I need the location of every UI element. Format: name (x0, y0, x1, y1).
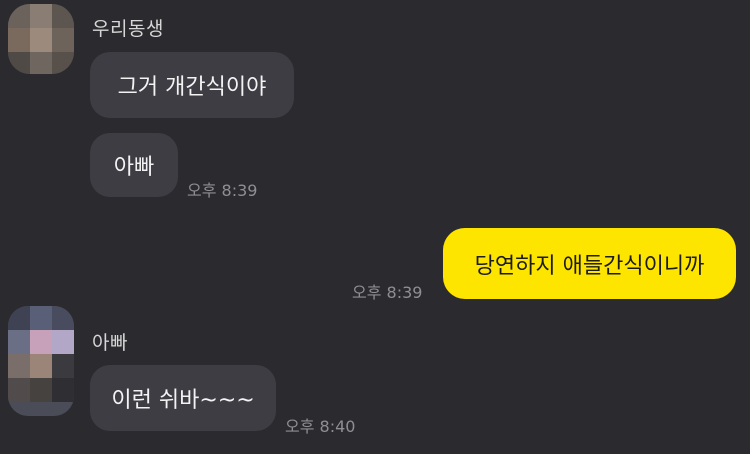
message-bubble[interactable]: 아빠 (90, 133, 178, 197)
avatar-pixel (30, 28, 52, 52)
sender-avatar-2[interactable] (8, 306, 74, 416)
avatar-pixel (30, 354, 52, 378)
avatar-pixel (8, 52, 30, 74)
message-timestamp: 오후 8:39 (187, 181, 258, 200)
avatar-pixel (52, 378, 74, 402)
avatar-pixel (30, 306, 52, 330)
message-bubble[interactable]: 이런 쉬바~~~ (90, 365, 276, 431)
chat-window: 우리동생 그거 개간식이야 아빠 오후 8:39 오후 8:39 당연하지 애들… (0, 0, 750, 454)
avatar-pixel (8, 378, 30, 402)
avatar-pixel (8, 28, 30, 52)
avatar-pixel (8, 4, 30, 28)
sender-name: 우리동생 (92, 18, 164, 40)
message-bubble-outgoing[interactable]: 당연하지 애들간식이니까 (443, 228, 736, 299)
message-timestamp: 오후 8:39 (352, 283, 423, 302)
avatar-pixel (8, 354, 30, 378)
sender-name: 아빠 (92, 332, 128, 354)
sender-avatar-1[interactable] (8, 4, 74, 74)
avatar-pixel (52, 330, 74, 354)
message-bubble[interactable]: 그거 개간식이야 (90, 52, 294, 118)
avatar-pixel (30, 4, 52, 28)
avatar-pixel (8, 306, 30, 330)
avatar-pixel (52, 28, 74, 52)
avatar-pixel (30, 52, 52, 74)
avatar-pixel (52, 306, 74, 330)
avatar-pixel (30, 330, 52, 354)
message-timestamp: 오후 8:40 (285, 417, 356, 436)
avatar-pixel (8, 330, 30, 354)
avatar-pixel (52, 354, 74, 378)
avatar-pixel (52, 52, 74, 74)
avatar-pixel (52, 4, 74, 28)
avatar-pixel (30, 378, 52, 402)
